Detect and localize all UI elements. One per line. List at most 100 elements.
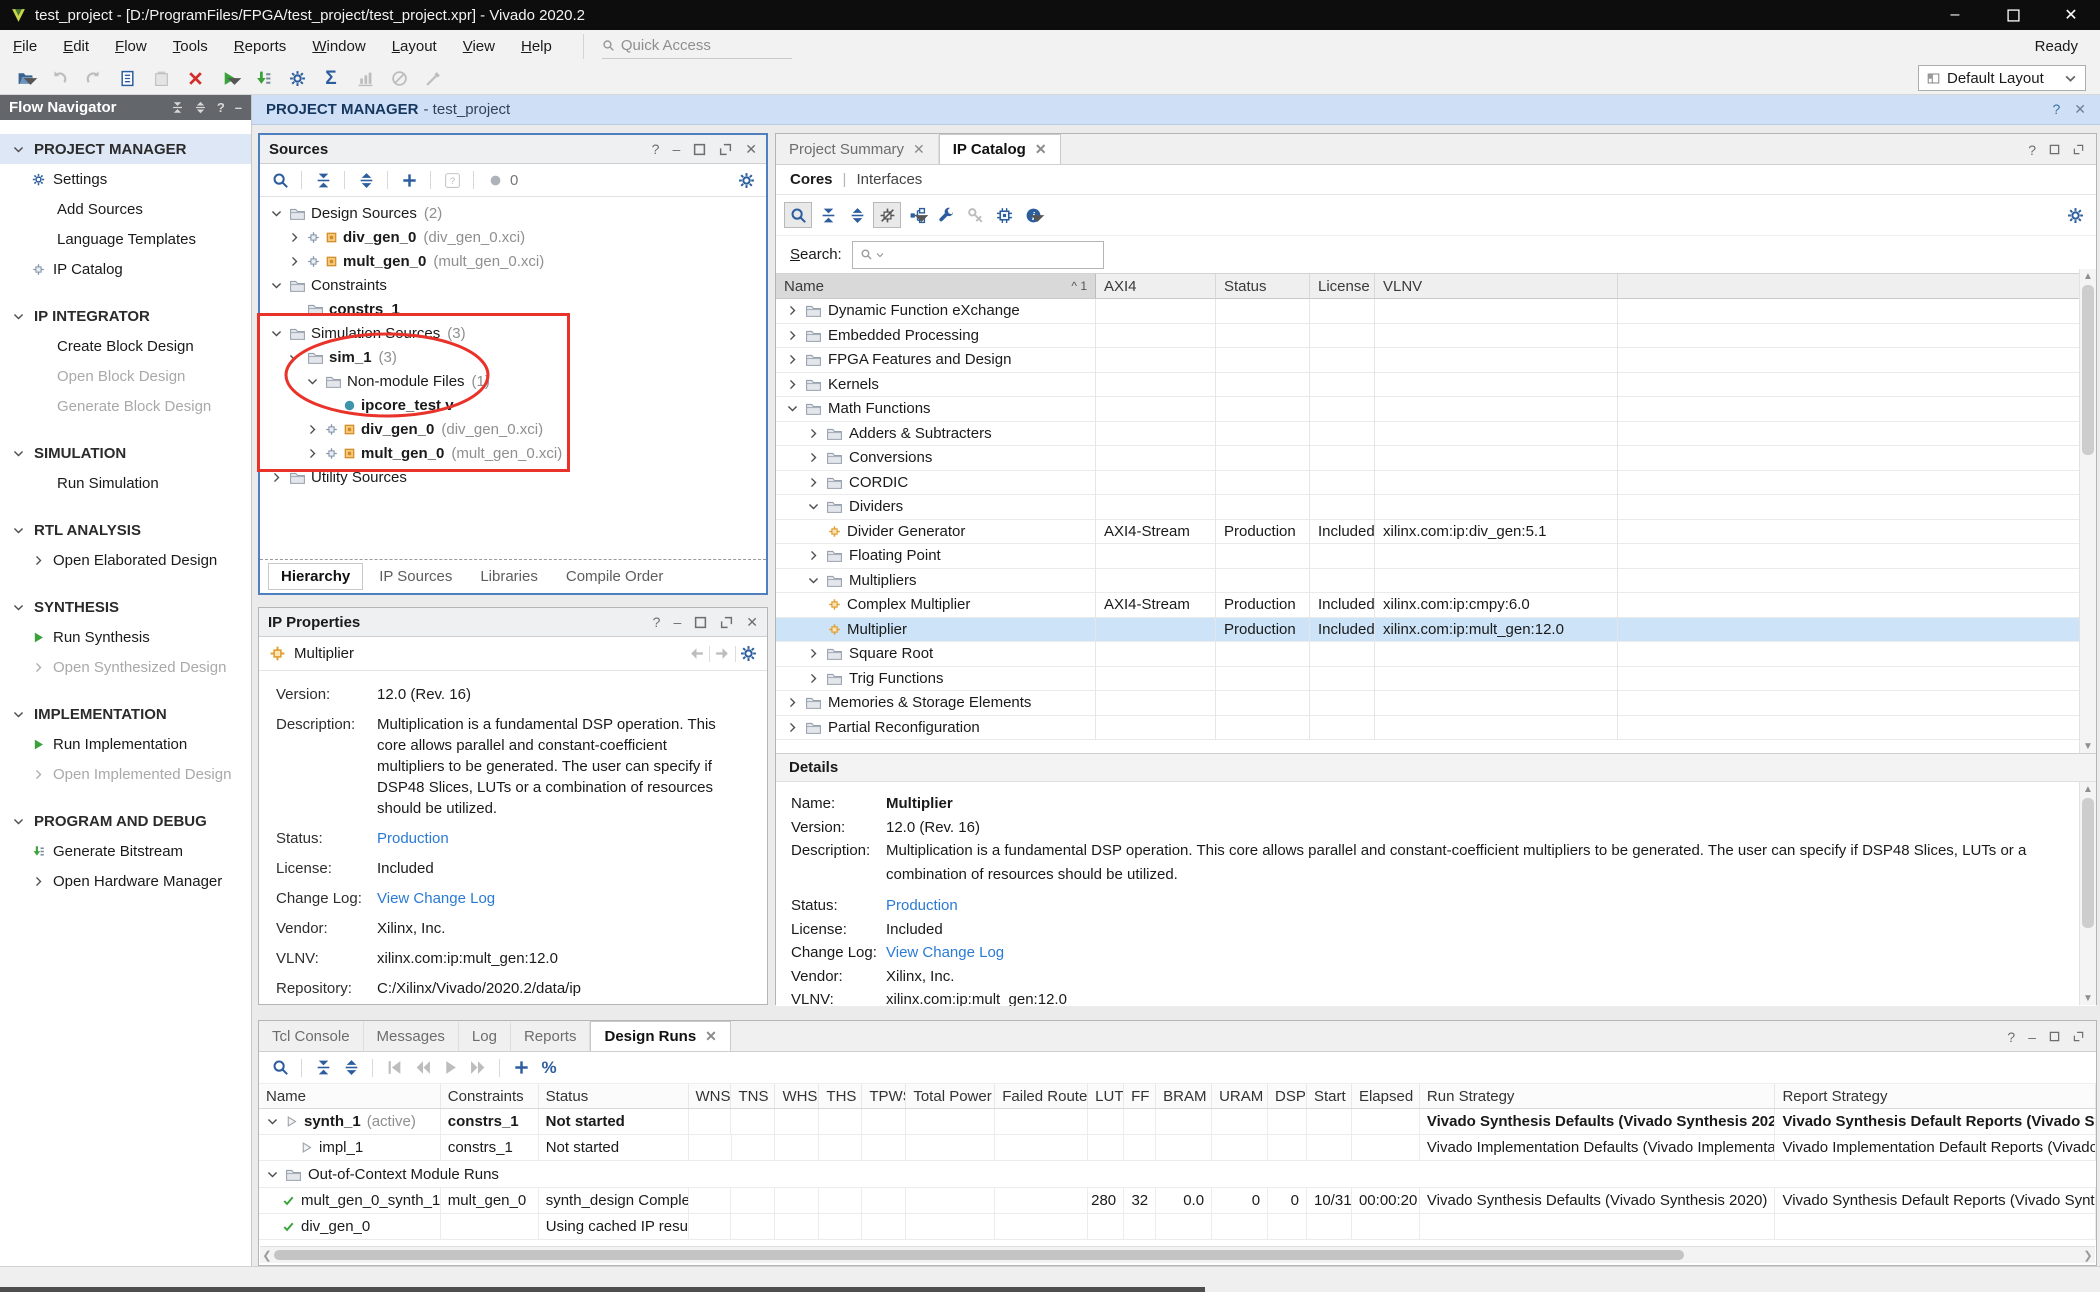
column-header-name[interactable]: Name — [259, 1084, 441, 1108]
tree-item-non-module-files[interactable]: Non-module Files(1) — [260, 369, 766, 393]
tree-item-simulation-sources[interactable]: Simulation Sources(3) — [260, 321, 766, 345]
collapse-all-button[interactable] — [310, 168, 336, 192]
menu-edit[interactable]: Edit — [50, 38, 102, 55]
column-header-elapsed[interactable]: Elapsed — [1352, 1084, 1420, 1108]
menu-help[interactable]: Help — [508, 38, 565, 55]
chevron-right-icon[interactable] — [807, 672, 820, 685]
flow-item-language-templates[interactable]: Language Templates — [0, 224, 251, 254]
search-button[interactable] — [267, 1056, 293, 1080]
close-icon[interactable]: ✕ — [745, 141, 757, 158]
runs-group-row[interactable]: Out-of-Context Module Runs — [259, 1161, 2096, 1188]
collapse-all-button[interactable] — [815, 203, 841, 227]
report-button[interactable] — [112, 65, 142, 91]
chevron-right-icon[interactable] — [807, 549, 820, 562]
flow-item-run-implementation[interactable]: Run Implementation — [0, 729, 251, 759]
float-icon[interactable] — [719, 143, 732, 156]
float-icon[interactable] — [2073, 1031, 2084, 1042]
column-header-bram[interactable]: BRAM — [1156, 1084, 1212, 1108]
column-header-vlnv[interactable]: VLNV — [1375, 274, 1618, 298]
flow-section-header[interactable]: RTL ANALYSIS — [0, 515, 251, 545]
column-header-whs[interactable]: WHS — [775, 1084, 819, 1108]
chevron-right-icon[interactable] — [807, 647, 820, 660]
catalog-row-dividers[interactable]: Dividers — [776, 495, 2096, 520]
chevron-down-icon[interactable] — [268, 207, 284, 220]
catalog-row-embedded-processing[interactable]: Embedded Processing — [776, 324, 2096, 349]
collapse-all-icon[interactable] — [171, 101, 184, 114]
add-repository-button[interactable] — [991, 203, 1017, 227]
flow-section-header[interactable]: PROJECT MANAGER — [0, 134, 251, 164]
chevron-right-icon[interactable] — [786, 696, 799, 709]
column-header-tns[interactable]: TNS — [731, 1084, 775, 1108]
hide-incompatible-button[interactable] — [873, 202, 901, 228]
chevron-down-icon[interactable] — [807, 574, 820, 587]
ip-catalog-vscrollbar[interactable]: ▲ ▼ — [2079, 269, 2096, 753]
close-tab-icon[interactable]: ✕ — [705, 1028, 717, 1045]
chevron-down-icon[interactable] — [268, 327, 284, 340]
create-run-button[interactable] — [508, 1056, 534, 1080]
column-header-status[interactable]: Status — [1216, 274, 1310, 298]
forward-arrow-icon[interactable] — [714, 645, 731, 662]
close-button[interactable]: ✕ — [2042, 0, 2100, 30]
flow-section-header[interactable]: PROGRAM AND DEBUG — [0, 806, 251, 836]
flow-item-ip-catalog[interactable]: IP Catalog — [0, 254, 251, 284]
details-link[interactable]: Production — [886, 894, 958, 918]
chevron-right-icon[interactable] — [786, 353, 799, 366]
column-header-uram[interactable]: URAM — [1212, 1084, 1268, 1108]
chevron-down-icon[interactable] — [786, 402, 799, 415]
property-link[interactable]: Production — [377, 828, 724, 849]
open-project-button[interactable] — [10, 65, 40, 91]
flow-item-run-simulation[interactable]: Run Simulation — [0, 468, 251, 498]
help-icon[interactable]: ? — [2007, 1029, 2015, 1045]
runs-row-impl_1[interactable]: impl_1constrs_1Not startedVivado Impleme… — [259, 1135, 2096, 1161]
tree-item-mult-gen-0[interactable]: mult_gen_0(mult_gen_0.xci) — [260, 249, 766, 273]
catalog-row-conversions[interactable]: Conversions — [776, 446, 2096, 471]
tab-compile-order[interactable]: Compile Order — [554, 564, 676, 589]
chevron-right-icon[interactable] — [786, 378, 799, 391]
column-header-run-strategy[interactable]: Run Strategy — [1420, 1084, 1776, 1108]
flow-item-run-synthesis[interactable]: Run Synthesis — [0, 622, 251, 652]
flow-item-open-hardware-manager[interactable]: Open Hardware Manager — [0, 866, 251, 896]
search-button[interactable] — [784, 202, 812, 228]
catalog-row-square-root[interactable]: Square Root — [776, 642, 2096, 667]
tab-tcl-console[interactable]: Tcl Console — [259, 1022, 364, 1051]
property-link[interactable]: View Change Log — [377, 888, 724, 909]
tab-ip-catalog[interactable]: IP Catalog✕ — [939, 134, 1061, 164]
expand-all-button[interactable] — [353, 168, 379, 192]
details-link[interactable]: View Change Log — [886, 941, 1004, 965]
gear-icon[interactable] — [740, 645, 757, 662]
maximize-button[interactable] — [1984, 0, 2042, 30]
add-sources-button[interactable] — [396, 168, 422, 192]
tab-design-runs[interactable]: Design Runs✕ — [590, 1021, 730, 1051]
column-header-axi4[interactable]: AXI4 — [1096, 274, 1216, 298]
column-header-wns[interactable]: WNS — [689, 1084, 732, 1108]
maximize-icon[interactable] — [693, 143, 706, 156]
float-icon[interactable] — [2073, 144, 2084, 155]
catalog-row-divider-generator[interactable]: Divider GeneratorAXI4-StreamProductionIn… — [776, 520, 2096, 545]
flow-section-header[interactable]: IMPLEMENTATION — [0, 699, 251, 729]
catalog-row-partial-reconfiguration[interactable]: Partial Reconfiguration — [776, 716, 2096, 741]
help-icon[interactable]: ? — [653, 614, 661, 630]
tab-libraries[interactable]: Libraries — [468, 564, 550, 589]
details-vscrollbar[interactable]: ▲ ▼ — [2079, 782, 2096, 1005]
tree-item-constraints[interactable]: Constraints — [260, 273, 766, 297]
chevron-right-icon[interactable] — [786, 304, 799, 317]
menu-layout[interactable]: Layout — [379, 38, 450, 55]
runs-row-mult_gen_0_synth_1[interactable]: mult_gen_0_synth_1mult_gen_0synth_design… — [259, 1188, 2096, 1214]
chevron-right-icon[interactable] — [304, 423, 320, 436]
chevron-right-icon[interactable] — [286, 255, 302, 268]
chevron-right-icon[interactable] — [268, 471, 284, 484]
column-header-ths[interactable]: THS — [819, 1084, 862, 1108]
tree-item-mult-gen-0[interactable]: mult_gen_0(mult_gen_0.xci) — [260, 441, 766, 465]
column-header-ff[interactable]: FF — [1124, 1084, 1156, 1108]
close-icon[interactable]: ✕ — [746, 614, 758, 631]
tab-log[interactable]: Log — [459, 1022, 511, 1051]
runs-row-div_gen_0[interactable]: div_gen_0Using cached IP results — [259, 1214, 2096, 1240]
minimize-panel-icon[interactable]: – — [235, 100, 242, 115]
run-button[interactable] — [214, 65, 244, 91]
ip-info-button[interactable]: i — [1020, 203, 1046, 227]
tab-reports[interactable]: Reports — [511, 1022, 591, 1051]
column-header-total-power[interactable]: Total Power — [906, 1084, 995, 1108]
tree-item-ipcore-test-v[interactable]: ipcore_test.v — [260, 393, 766, 417]
chevron-right-icon[interactable] — [304, 447, 320, 460]
catalog-row-multipliers[interactable]: Multipliers — [776, 569, 2096, 594]
